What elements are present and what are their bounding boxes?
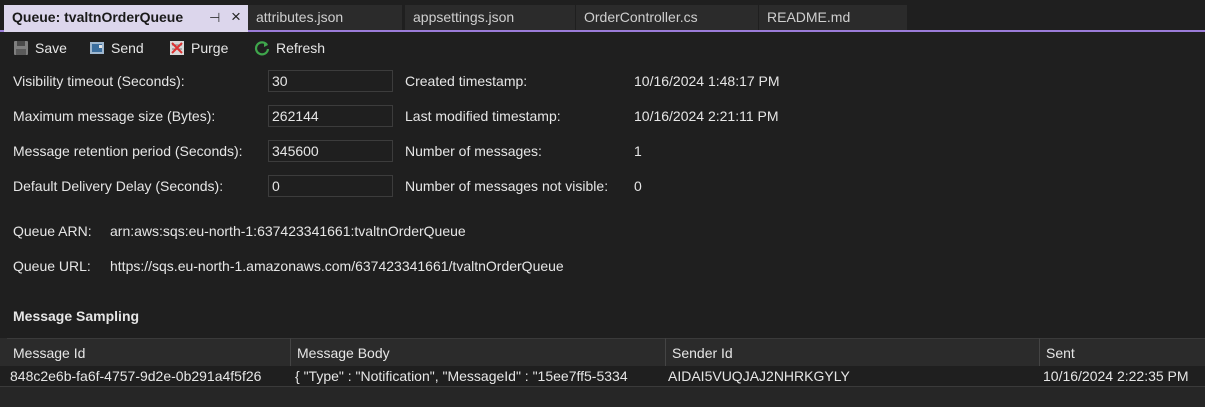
tab-label: README.md bbox=[767, 9, 851, 25]
modified-timestamp-value: 10/16/2024 2:21:11 PM bbox=[634, 108, 779, 124]
pin-icon[interactable]: ⊣ bbox=[209, 5, 220, 30]
cell-message-body: { "Type" : "Notification", "MessageId" :… bbox=[295, 368, 628, 384]
retention-period-input[interactable] bbox=[268, 140, 393, 162]
tab-label: Queue: tvaltnOrderQueue bbox=[12, 9, 184, 25]
queue-url-value: https://sqs.eu-north-1.amazonaws.com/637… bbox=[110, 258, 564, 274]
queue-arn-label: Queue ARN: bbox=[13, 223, 92, 239]
column-header-message-id[interactable]: Message Id bbox=[7, 338, 291, 366]
tab-attributes-json[interactable]: attributes.json bbox=[248, 5, 402, 30]
refresh-icon bbox=[254, 40, 270, 56]
column-header-sender-id[interactable]: Sender Id bbox=[666, 338, 1040, 366]
tab-queue[interactable]: Queue: tvaltnOrderQueue ⊣ × bbox=[4, 5, 248, 32]
visibility-timeout-label: Visibility timeout (Seconds): bbox=[13, 73, 185, 89]
refresh-button[interactable]: Refresh bbox=[254, 38, 325, 58]
grid-empty-area bbox=[0, 387, 1205, 407]
tab-label: appsettings.json bbox=[413, 9, 515, 25]
table-row[interactable]: 848c2e6b-fa6f-4757-9d2e-0b291a4f5f26 { "… bbox=[0, 366, 1205, 387]
retention-period-label: Message retention period (Seconds): bbox=[13, 143, 243, 159]
visibility-timeout-input[interactable] bbox=[268, 70, 393, 92]
tab-appsettings-json[interactable]: appsettings.json bbox=[405, 5, 575, 30]
cell-message-id: 848c2e6b-fa6f-4757-9d2e-0b291a4f5f26 bbox=[10, 368, 262, 384]
num-not-visible-label: Number of messages not visible: bbox=[405, 178, 609, 194]
tab-label: attributes.json bbox=[256, 9, 344, 25]
tab-readme-md[interactable]: README.md bbox=[759, 5, 907, 30]
created-timestamp-value: 10/16/2024 1:48:17 PM bbox=[634, 73, 780, 89]
cell-sender-id: AIDAI5VUQJAJ2NHRKGYLY bbox=[668, 368, 850, 384]
message-sampling-title: Message Sampling bbox=[13, 308, 140, 324]
column-header-sent[interactable]: Sent bbox=[1040, 338, 1205, 366]
send-icon bbox=[89, 40, 105, 56]
num-messages-value: 1 bbox=[634, 143, 642, 159]
save-icon bbox=[13, 40, 29, 56]
column-header-message-body[interactable]: Message Body bbox=[291, 338, 666, 366]
tab-ordercontroller-cs[interactable]: OrderController.cs bbox=[576, 5, 758, 30]
document-tab-bar: Queue: tvaltnOrderQueue ⊣ × attributes.j… bbox=[0, 0, 1205, 32]
modified-timestamp-label: Last modified timestamp: bbox=[405, 108, 561, 124]
delivery-delay-label: Default Delivery Delay (Seconds): bbox=[13, 178, 224, 194]
purge-button[interactable]: Purge bbox=[169, 38, 228, 58]
save-button[interactable]: Save bbox=[13, 38, 67, 58]
num-not-visible-value: 0 bbox=[634, 178, 642, 194]
close-icon[interactable]: × bbox=[231, 5, 241, 29]
send-button[interactable]: Send bbox=[89, 38, 144, 58]
created-timestamp-label: Created timestamp: bbox=[405, 73, 528, 89]
delivery-delay-input[interactable] bbox=[268, 175, 393, 197]
num-messages-label: Number of messages: bbox=[405, 143, 542, 159]
cell-sent: 10/16/2024 2:22:35 PM bbox=[1043, 368, 1189, 384]
queue-toolbar: Save Send Purge Refresh bbox=[0, 34, 1205, 62]
purge-icon bbox=[169, 40, 185, 56]
queue-url-label: Queue URL: bbox=[13, 258, 91, 274]
queue-arn-value: arn:aws:sqs:eu-north-1:637423341661:tval… bbox=[110, 223, 466, 239]
tab-label: OrderController.cs bbox=[584, 9, 698, 25]
max-message-size-input[interactable] bbox=[268, 105, 393, 127]
sampling-grid-header: Message Id Message Body Sender Id Sent bbox=[0, 338, 1205, 366]
max-message-size-label: Maximum message size (Bytes): bbox=[13, 108, 216, 124]
